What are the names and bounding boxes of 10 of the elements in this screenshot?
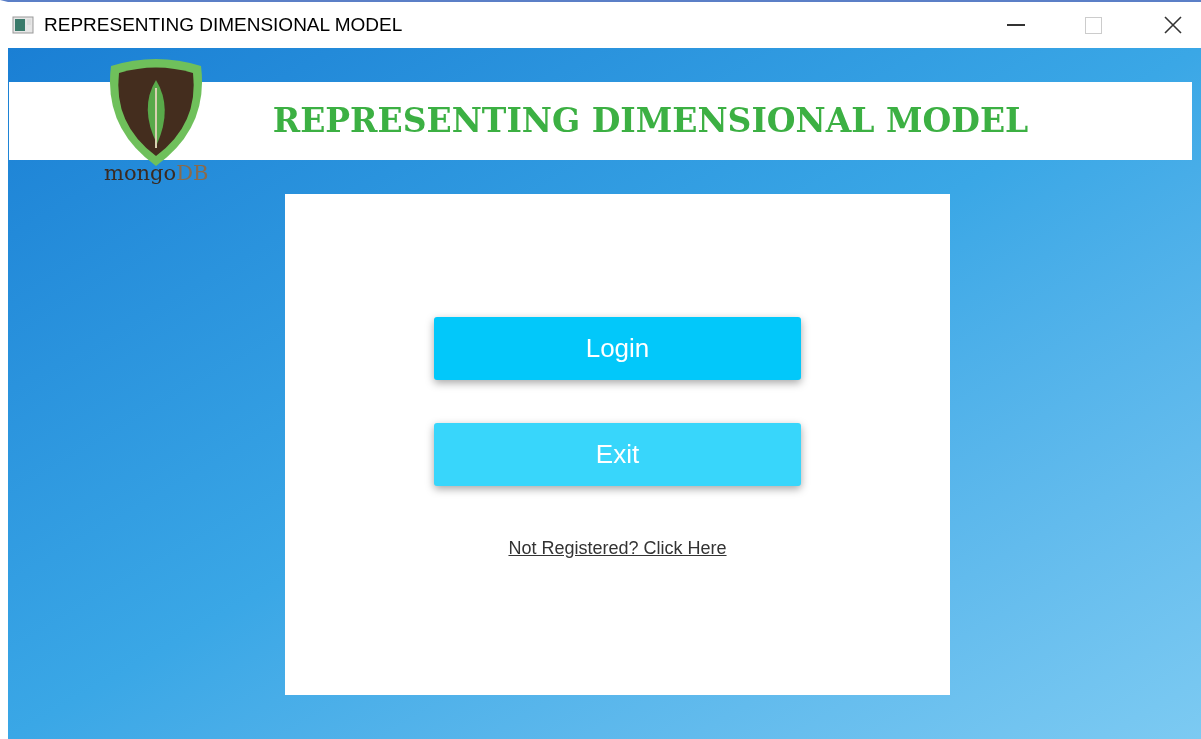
exit-button[interactable]: Exit [434, 423, 801, 486]
banner-title: REPRESENTING DIMENSIONAL MODEL [272, 100, 1029, 143]
maximize-icon[interactable] [1085, 16, 1102, 34]
app-icon [12, 16, 34, 34]
window-title: REPRESENTING DIMENSIONAL MODEL [44, 12, 403, 37]
login-button[interactable]: Login [434, 317, 801, 380]
logo-wordmark: mongoDB [104, 163, 209, 184]
register-link[interactable]: Not Registered? Click Here [508, 535, 727, 562]
close-icon[interactable] [1164, 16, 1182, 34]
minimize-icon[interactable] [1007, 24, 1025, 26]
